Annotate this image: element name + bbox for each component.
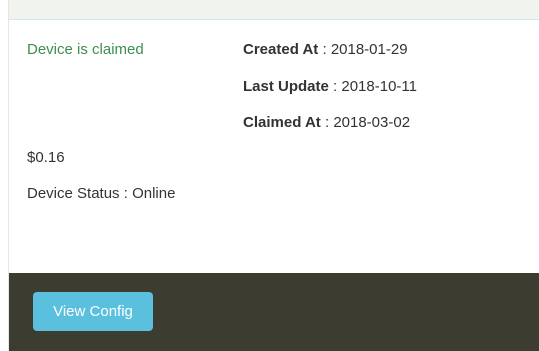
card-header	[9, 0, 539, 20]
device-price: $0.16	[27, 149, 65, 166]
claimed-at-row: Claimed At : 2018-03-02	[243, 114, 410, 131]
device-status-value: Online	[132, 185, 176, 202]
last-update-value: 2018-10-11	[341, 78, 417, 95]
claimed-status-text: Device is claimed	[27, 41, 144, 58]
last-update-label: Last Update	[243, 78, 329, 95]
created-at-value: 2018-01-29	[330, 41, 408, 58]
device-status-row: Device Status : Online	[27, 185, 175, 202]
card-footer: View Config	[9, 273, 539, 351]
last-update-row: Last Update : 2018-10-11	[243, 78, 417, 95]
view-config-button[interactable]: View Config	[33, 292, 153, 331]
claimed-at-value: 2018-03-02	[333, 114, 411, 131]
device-status-separator: :	[119, 185, 133, 202]
device-status-label: Device Status	[27, 185, 120, 202]
created-at-separator: :	[318, 41, 331, 58]
last-update-separator: :	[328, 78, 342, 95]
created-at-label: Created At	[243, 41, 319, 58]
device-card: Device is claimed Created At : 2018-01-2…	[8, 0, 539, 351]
created-at-row: Created At : 2018-01-29	[243, 41, 408, 58]
claimed-at-separator: :	[320, 114, 334, 131]
claimed-at-label: Claimed At	[243, 114, 321, 131]
